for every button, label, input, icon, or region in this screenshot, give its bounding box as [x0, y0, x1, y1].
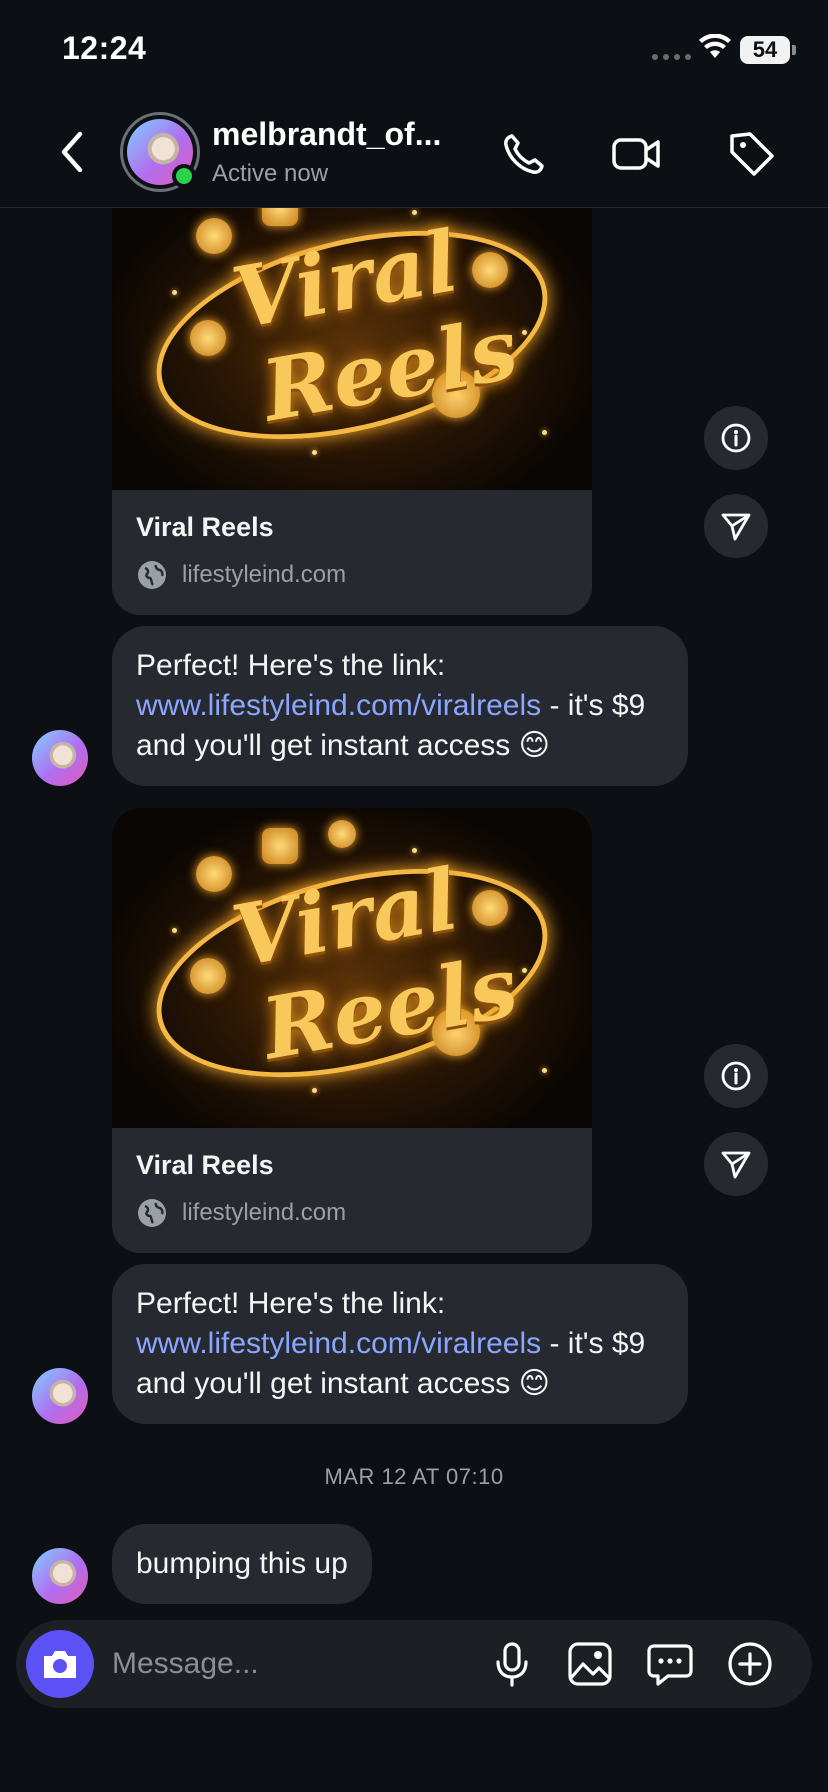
link-preview-card[interactable]: Viral Reels Viral Reels lifestyleind.com — [112, 808, 592, 1253]
contact-name[interactable]: melbrandt_of... — [212, 116, 462, 153]
gallery-icon[interactable] — [566, 1640, 614, 1688]
message-text: bumping this up — [136, 1547, 348, 1580]
status-time: 12:24 — [62, 30, 147, 66]
sender-avatar[interactable] — [32, 1548, 88, 1604]
link-domain: lifestyleind.com — [182, 1199, 347, 1226]
link-domain: lifestyleind.com — [182, 561, 347, 588]
camera-icon — [44, 1651, 76, 1678]
battery-icon: 54 — [740, 36, 790, 64]
link-preview-image: Viral Reels — [112, 208, 592, 490]
message-bubble[interactable]: Perfect! Here's the link: www.lifestylei… — [112, 1264, 688, 1424]
message-bubble[interactable]: bumping this up — [112, 1524, 372, 1604]
sender-avatar[interactable] — [32, 730, 88, 786]
chat-header: melbrandt_of... Active now — [0, 100, 828, 208]
link-title: Viral Reels — [136, 1150, 274, 1180]
sender-avatar[interactable] — [32, 1368, 88, 1424]
link-preview-card[interactable]: Viral Reels Viral Reels lifestyleind.com — [112, 208, 592, 615]
message-bubble[interactable]: Perfect! Here's the link: www.lifestylei… — [112, 626, 688, 786]
info-icon — [721, 423, 751, 453]
message-link[interactable]: www.lifestyleind.com/viralreels — [136, 1327, 541, 1360]
link-preview-image: Viral Reels — [112, 808, 592, 1128]
info-button[interactable] — [704, 1044, 768, 1108]
add-icon[interactable] — [726, 1640, 774, 1688]
message-input[interactable] — [112, 1642, 412, 1686]
info-button[interactable] — [704, 406, 768, 470]
online-indicator — [172, 164, 196, 188]
camera-button[interactable] — [26, 1630, 94, 1698]
message-text: Perfect! Here's the link: — [136, 649, 446, 682]
cellular-signal-icon — [652, 54, 691, 60]
microphone-icon[interactable] — [488, 1640, 536, 1688]
back-icon[interactable] — [52, 126, 92, 178]
globe-icon — [138, 1199, 166, 1227]
phone-icon[interactable] — [498, 128, 550, 180]
message-list[interactable]: Viral Reels Viral Reels lifestyleind.com… — [0, 208, 828, 1620]
video-icon[interactable] — [610, 128, 662, 180]
share-button[interactable] — [704, 1132, 768, 1196]
sticker-chat-icon[interactable] — [646, 1640, 694, 1688]
wifi-icon — [699, 34, 731, 58]
send-icon — [721, 1151, 751, 1179]
message-composer — [16, 1620, 812, 1708]
message-text: Perfect! Here's the link: — [136, 1287, 446, 1320]
info-icon — [721, 1061, 751, 1091]
tag-icon[interactable] — [726, 128, 778, 180]
status-bar: 12:24 54 — [0, 0, 828, 100]
send-icon — [721, 513, 751, 541]
globe-icon — [138, 561, 166, 589]
link-title: Viral Reels — [136, 512, 274, 542]
battery-tip — [792, 45, 796, 55]
message-link[interactable]: www.lifestyleind.com/viralreels — [136, 689, 541, 722]
share-button[interactable] — [704, 494, 768, 558]
date-separator: MAR 12 AT 07:10 — [324, 1464, 504, 1489]
contact-status: Active now — [212, 160, 329, 187]
